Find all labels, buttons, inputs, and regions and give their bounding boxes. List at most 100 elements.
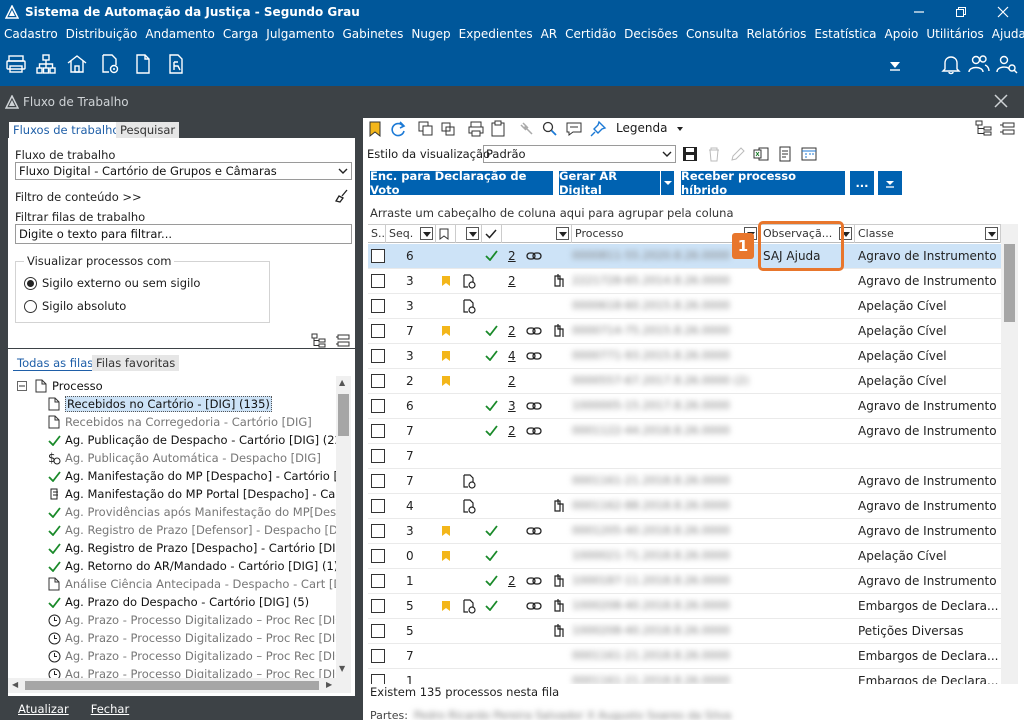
tree-queue-item[interactable]: Ag. Registro de Prazo [Despacho] - Cartó… — [46, 539, 336, 557]
row-checkbox[interactable] — [371, 649, 385, 663]
menu-item-julgamento[interactable]: Julgamento — [266, 27, 334, 41]
grid-vertical-scrollbar[interactable] — [1001, 224, 1018, 684]
process-number[interactable]: 1000208-40.2018.8.26.0000 — [572, 625, 730, 637]
tree-queue-item[interactable]: Ag. Prazo - Processo Digitalizado – Proc… — [46, 611, 336, 629]
row-checkbox[interactable] — [371, 474, 385, 488]
column-header-classe[interactable]: Classe — [855, 225, 1001, 243]
process-number[interactable]: 1000208-40.2018.8.26.0000 — [572, 600, 730, 612]
tree-collapse-button[interactable] — [999, 120, 1017, 138]
link-icon[interactable] — [526, 351, 542, 361]
menu-item-relatorios[interactable]: Relatórios — [747, 27, 807, 41]
table-row[interactable]: 2 2 0000557-67.2017.8.26.0000 (2) Apelação … — [368, 369, 1001, 394]
chevron-down-icon[interactable] — [676, 125, 684, 133]
row-checkbox[interactable] — [371, 274, 385, 288]
link-icon[interactable] — [526, 326, 542, 336]
minimize-button[interactable] — [898, 0, 940, 24]
scroll-down-icon[interactable]: ▼ — [339, 664, 345, 673]
receipt-button[interactable] — [165, 53, 187, 75]
filter-dropdown-icon[interactable] — [556, 227, 569, 240]
row-checkbox[interactable] — [371, 424, 385, 438]
process-number[interactable]: 2221728-65.2014.8.26.0000 — [572, 275, 730, 287]
attachment-icon[interactable] — [552, 498, 566, 514]
settings-doc-button[interactable] — [99, 53, 121, 75]
export-icon[interactable] — [753, 146, 769, 162]
bookmark-button[interactable] — [367, 120, 385, 138]
table-row[interactable]: 5 1000208-40.2018.8.26.0000 Embargos de De… — [368, 594, 1001, 619]
queue-filter-input[interactable]: Digite o texto para filtrar... — [15, 224, 352, 244]
process-number[interactable]: 0001162-88.2018.8.26.0000 — [572, 500, 730, 512]
table-row[interactable]: 3 0001205-40.2018.8.26.0000 Agravo de Inst… — [368, 519, 1001, 544]
tab-fluxos-de-trabalho[interactable]: Fluxos de trabalho — [9, 122, 124, 138]
filter-dropdown-icon[interactable] — [420, 227, 433, 240]
table-row[interactable]: 7 2 0001122-44.2018.8.26.0000 Agravo de Ins… — [368, 419, 1001, 444]
row-checkbox[interactable] — [371, 549, 385, 563]
tree-queue-item[interactable]: Ag. Manifestação do MP Portal [Despacho]… — [46, 485, 336, 503]
tab-pesquisar[interactable]: Pesquisar — [116, 122, 180, 138]
save-icon[interactable] — [682, 146, 698, 162]
process-number[interactable]: 0000557-67.2017.8.26.0000 (2) — [572, 375, 749, 387]
table-row[interactable]: 4 0001162-88.2018.8.26.0000 Agravo de Inst… — [368, 494, 1001, 519]
legend-label[interactable]: Legenda — [616, 121, 667, 135]
link-count[interactable]: 3 — [508, 394, 516, 418]
menu-item-nugep[interactable]: Nugep — [411, 27, 450, 41]
table-row[interactable]: 7 — [368, 444, 1001, 469]
attachment-icon[interactable] — [552, 623, 566, 639]
process-number[interactable]: 0001161-21.2018.8.26.0000 — [572, 650, 730, 662]
scroll-right-icon[interactable]: ▶ — [326, 680, 332, 689]
process-number[interactable]: 0000771-93.2015.8.26.0000 — [572, 350, 730, 362]
link-icon[interactable] — [526, 526, 542, 536]
process-number[interactable]: 0001161-21.2018.8.26.0000 — [572, 475, 730, 487]
tree-queue-item[interactable]: $ Ag. Publicação Automática - Despacho [D… — [46, 449, 336, 467]
link-count[interactable]: 4 — [508, 344, 516, 368]
link-icon[interactable] — [526, 601, 542, 611]
more-actions-button[interactable]: ... — [850, 171, 874, 195]
notifications-button[interactable] — [940, 53, 962, 75]
calendar-icon[interactable] — [801, 146, 817, 162]
refresh-button[interactable]: Atualizar — [18, 702, 69, 716]
link-count[interactable]: 2 — [508, 369, 516, 393]
table-row[interactable]: 1 0001161-21.2018.8.26.0000 Embargos de De… — [368, 669, 1001, 684]
tree-queue-item[interactable]: Recebidos na Corregedoria - Cartório [DI… — [46, 413, 336, 431]
tree-queue-item[interactable]: Ag. Manifestação do MP [Despacho] - Cart… — [46, 467, 336, 485]
process-number[interactable]: 0001205-40.2018.8.26.0000 — [572, 525, 730, 537]
tree-queue-item[interactable]: Ag. Prazo do Despacho - Cartório [DIG] (… — [46, 593, 336, 611]
table-row[interactable]: 6 3 1000005-15.2017.8.26.0000 Agravo de Ins… — [368, 394, 1001, 419]
tree-queue-item[interactable]: Análise Ciência Antecipada - Despacho - … — [46, 575, 336, 593]
tree-queue-item[interactable]: Ag. Prazo - Processo Digitalizado – Proc… — [46, 629, 336, 647]
link-count[interactable]: 2 — [508, 269, 516, 293]
users-button[interactable] — [968, 53, 990, 75]
attachment-icon[interactable] — [552, 323, 566, 339]
attachment-icon[interactable] — [552, 573, 566, 589]
report-icon[interactable] — [777, 146, 793, 162]
search-person-button[interactable] — [541, 120, 559, 138]
tree-vertical-scrollbar[interactable]: ▲ ▼ — [336, 376, 351, 678]
table-row[interactable]: 7 2 0000714-75.2015.8.26.0000 Apelação Cíve… — [368, 319, 1001, 344]
menu-item-ajuda[interactable]: Ajuda — [992, 27, 1024, 41]
tab-filas-favoritas[interactable]: Filas favoritas — [92, 355, 180, 371]
scroll-up-icon[interactable]: ▲ — [339, 378, 345, 387]
toolbar-dropdown-button[interactable] — [886, 56, 904, 74]
enc-declaracao-voto-button[interactable]: Enc. para Declaração de Voto — [370, 169, 553, 197]
row-checkbox[interactable] — [371, 374, 385, 388]
menu-item-utilitarios[interactable]: Utilitários — [926, 27, 983, 41]
row-checkbox[interactable] — [371, 574, 385, 588]
document-button[interactable] — [132, 53, 154, 75]
menu-item-consulta[interactable]: Consulta — [686, 27, 739, 41]
process-number[interactable]: 1000005-15.2017.8.26.0000 — [572, 400, 730, 412]
link-count[interactable]: 2 — [508, 569, 516, 593]
close-icon[interactable] — [992, 92, 1010, 110]
receber-processo-hibrido-button[interactable]: Receber processo híbrido — [681, 169, 845, 197]
clipboard-button[interactable] — [489, 120, 507, 138]
column-header-links[interactable] — [502, 225, 572, 243]
menu-item-apoio[interactable]: Apoio — [885, 27, 919, 41]
table-row[interactable]: 3 4 0000771-93.2015.8.26.0000 Apelação Cíve… — [368, 344, 1001, 369]
link-count[interactable]: 2 — [508, 419, 516, 443]
table-row[interactable]: 0 1000021-71.2018.8.26.0000 Apelação Cível — [368, 544, 1001, 569]
row-checkbox[interactable] — [371, 524, 385, 538]
menu-item-estatistica[interactable]: Estatística — [814, 27, 876, 41]
table-row[interactable]: 7 0001161-21.2018.8.26.0000 Agravo de Inst… — [368, 469, 1001, 494]
tree-expand-icon[interactable] — [311, 333, 327, 349]
tree-queue-item[interactable]: Ag. Providências após Manifestação do MP… — [46, 503, 336, 521]
trash-icon[interactable] — [706, 146, 722, 162]
tree-queue-item[interactable]: Ag. Registro de Prazo [Defensor] - Despa… — [46, 521, 336, 539]
